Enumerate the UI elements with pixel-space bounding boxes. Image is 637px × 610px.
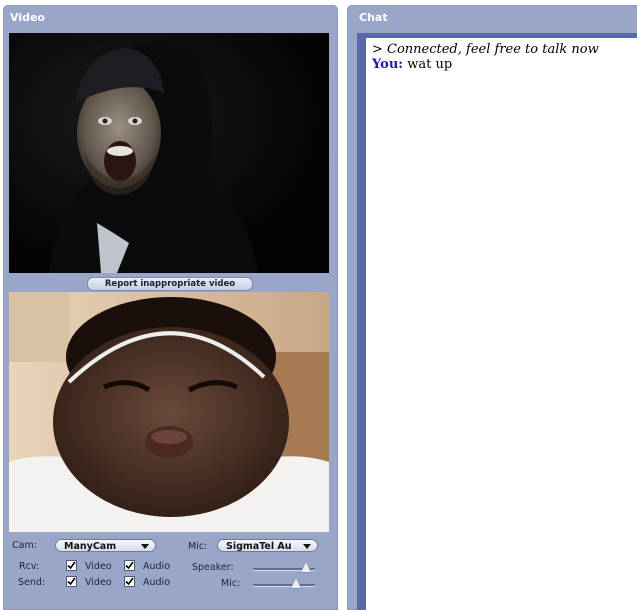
- video-panel-title: Video: [10, 11, 45, 24]
- chat-box: > Connected, feel free to talk now You: …: [357, 33, 637, 610]
- send-label: Send:: [18, 577, 46, 588]
- report-inappropriate-video-button[interactable]: Report inappropriate video: [87, 277, 253, 291]
- remote-video-image: [9, 33, 329, 273]
- cam-label: Cam:: [12, 540, 37, 551]
- chat-panel-title: Chat: [359, 11, 388, 24]
- mic-level-label: Mic:: [221, 578, 241, 589]
- speaker-slider-thumb[interactable]: [300, 562, 311, 572]
- mic-slider-track[interactable]: [253, 584, 315, 587]
- rcv-audio-label: Audio: [143, 561, 171, 572]
- checkmark-icon: [67, 561, 76, 570]
- chevron-down-icon: [303, 544, 311, 549]
- system-message: > Connected, feel free to talk now: [372, 42, 599, 57]
- mic-select-value: SigmaTel Au: [226, 541, 292, 552]
- send-video-label: Video: [85, 577, 112, 588]
- speaker-label: Speaker:: [192, 562, 234, 573]
- user-message: You: wat up: [372, 57, 637, 72]
- rcv-audio-checkbox[interactable]: [124, 560, 135, 571]
- mic-slider-thumb[interactable]: [291, 578, 302, 588]
- cam-select[interactable]: ManyCam: [55, 539, 156, 552]
- local-video-image: [9, 292, 329, 532]
- local-video-feed: [9, 292, 329, 532]
- rcv-video-label: Video: [85, 561, 112, 572]
- chat-log[interactable]: > Connected, feel free to talk now You: …: [366, 38, 637, 610]
- chevron-down-icon: [141, 544, 149, 549]
- rcv-video-checkbox[interactable]: [66, 560, 77, 571]
- checkmark-icon: [67, 577, 76, 586]
- rcv-label: Rcv:: [19, 561, 40, 572]
- checkmark-icon: [125, 561, 134, 570]
- send-audio-checkbox[interactable]: [124, 576, 135, 587]
- mic-label: Mic:: [188, 541, 208, 552]
- checkmark-icon: [125, 577, 134, 586]
- remote-video-feed: [9, 33, 329, 273]
- send-audio-label: Audio: [143, 577, 171, 588]
- message-sender: You:: [372, 57, 404, 72]
- send-video-checkbox[interactable]: [66, 576, 77, 587]
- chat-panel: Chat > Connected, feel free to talk now …: [347, 5, 637, 610]
- mic-select[interactable]: SigmaTel Au: [217, 539, 318, 552]
- message-text: wat up: [407, 57, 453, 72]
- cam-select-value: ManyCam: [64, 541, 117, 552]
- video-panel: Video Report inappropriate video Cam: Ma…: [3, 5, 338, 610]
